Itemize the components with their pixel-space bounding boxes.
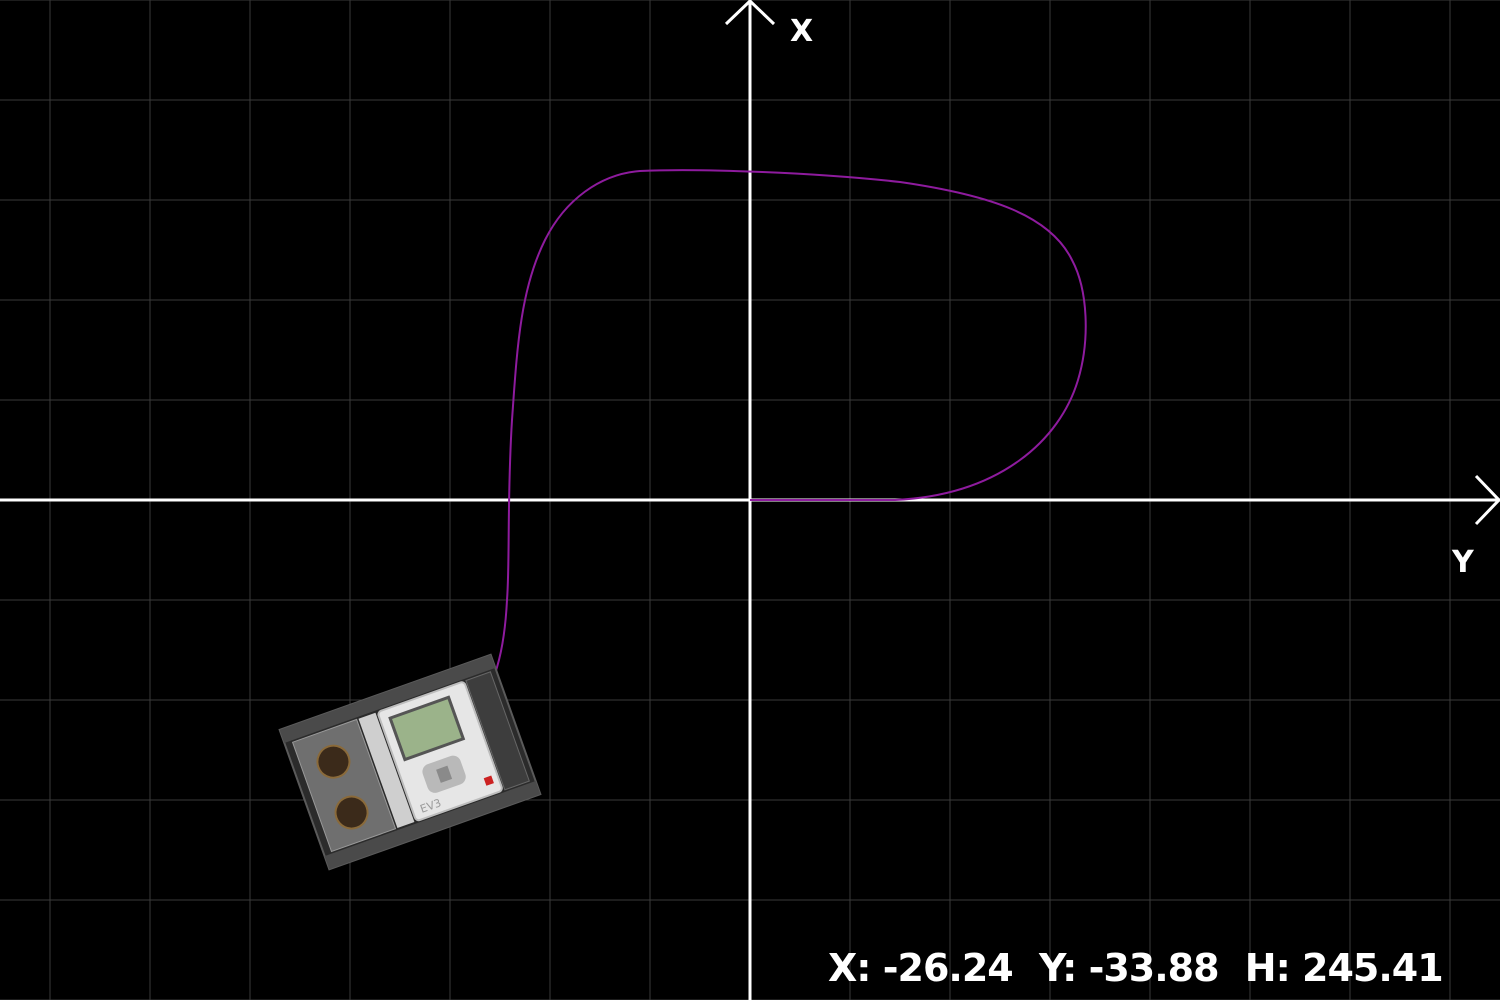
x-axis-label: X [790,14,814,49]
field-canvas: EV3 X Y X: -26.24 Y: -33.88 H: 245.41 [0,0,1500,1000]
x-coordinate-value: -26.24 [882,946,1014,990]
heading-value: 245.41 [1302,946,1444,990]
robot-trajectory [486,169,1087,693]
heading-label: H: [1244,946,1291,990]
ev3-robot[interactable]: EV3 [278,653,542,871]
y-coordinate-label: Y: [1038,946,1077,990]
position-readout: X: -26.24 Y: -33.88 H: 245.41 [828,942,1444,994]
field-svg: EV3 [0,0,1500,1000]
x-coordinate-label: X: [828,946,871,990]
y-coordinate-value: -33.88 [1088,946,1220,990]
y-axis-label: Y [1452,545,1474,580]
